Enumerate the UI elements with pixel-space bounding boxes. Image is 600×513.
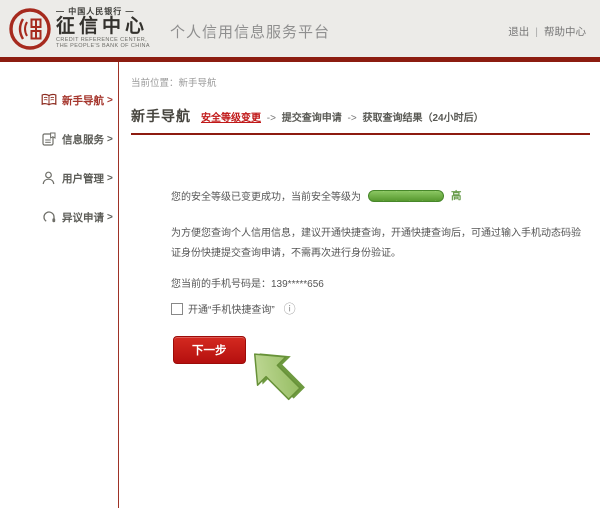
page-title-row: 新手导航 安全等级变更 -> 提交查询申请 -> 获取查询结果（24小时后）	[131, 106, 590, 135]
chevron-right-icon: >	[107, 211, 113, 223]
sidebar: 新手导航 > 信息服务 > 用户管理 > 异议申请 >	[0, 62, 118, 424]
sidebar-item-label: 信息服务	[62, 133, 104, 146]
sidebar-divider-line	[118, 62, 119, 508]
pboc-seal-icon	[8, 7, 52, 51]
info-icon[interactable]: ⓘ	[284, 303, 296, 315]
logo-english-line2: THE PEOPLE'S BANK OF CHINA	[56, 42, 150, 49]
logo: — 中国人民银行 — 征信中心 CREDIT REFERENCE CENTER,…	[8, 7, 150, 51]
action-row: 下一步	[171, 332, 590, 424]
step-get-result: 获取查询结果（24小时后）	[362, 113, 484, 124]
phone-number-line: 您当前的手机号码是：139*****656	[171, 279, 324, 290]
main-content: 当前位置：新手导航 新手导航 安全等级变更 -> 提交查询申请 -> 获取查询结…	[118, 62, 600, 424]
header: — 中国人民银行 — 征信中心 CREDIT REFERENCE CENTER,…	[0, 0, 600, 57]
brand-name: 征信中心	[56, 16, 149, 37]
security-level-status-line: 您的安全等级已变更成功，当前安全等级为 高	[171, 188, 590, 203]
sidebar-item-label: 异议申请	[62, 211, 104, 224]
quick-query-description: 为方便您查询个人信用信息，建议开通快捷查询，开通快捷查询后，可通过输入手机动态码…	[171, 228, 581, 259]
quick-query-checkbox-label[interactable]: 开通“手机快捷查询”	[188, 301, 275, 316]
content-body: 您的安全等级已变更成功，当前安全等级为 高 为方便您查询个人信用信息，建议开通快…	[131, 188, 590, 424]
step-security-level-change: 安全等级变更	[201, 113, 261, 124]
sidebar-item-label: 新手导航	[62, 94, 104, 107]
platform-title: 个人信用信息服务平台	[170, 24, 331, 41]
info-card-icon	[40, 132, 57, 146]
security-level-label: 高	[451, 190, 462, 202]
step-separator-icon: ->	[347, 113, 357, 124]
header-links: 退出 | 帮助中心	[508, 24, 586, 39]
user-icon	[40, 171, 57, 185]
open-book-icon	[40, 93, 57, 107]
pointer-arrow-graphic	[235, 340, 307, 412]
sidebar-item-label: 用户管理	[62, 172, 104, 185]
page: — 中国人民银行 — 征信中心 CREDIT REFERENCE CENTER,…	[0, 0, 600, 513]
quick-query-option-row: 开通“手机快捷查询” ⓘ	[171, 301, 590, 316]
bank-name: — 中国人民银行 —	[56, 7, 135, 16]
sidebar-item-info-service[interactable]: 信息服务 >	[0, 127, 118, 151]
chevron-right-icon: >	[107, 94, 113, 106]
link-divider: |	[535, 26, 538, 38]
security-level-bar	[368, 189, 444, 202]
body: 新手导航 > 信息服务 > 用户管理 > 异议申请 > 当前位置：新手导航 新手…	[0, 62, 600, 508]
step-submit-query: 提交查询申请	[281, 113, 342, 124]
sidebar-item-user-management[interactable]: 用户管理 >	[0, 166, 118, 190]
headset-icon	[40, 210, 57, 224]
breadcrumb: 当前位置：新手导航	[131, 78, 217, 89]
logout-link[interactable]: 退出	[508, 26, 529, 38]
page-title: 新手导航	[131, 108, 191, 124]
logo-text: — 中国人民银行 — 征信中心 CREDIT REFERENCE CENTER,…	[56, 8, 150, 49]
sidebar-item-newbie-guide[interactable]: 新手导航 >	[0, 88, 118, 112]
step-indicator: 安全等级变更 -> 提交查询申请 -> 获取查询结果（24小时后）	[201, 109, 484, 124]
quick-query-checkbox[interactable]	[171, 302, 183, 315]
help-center-link[interactable]: 帮助中心	[544, 26, 586, 38]
chevron-right-icon: >	[107, 172, 113, 184]
chevron-right-icon: >	[107, 133, 113, 145]
security-level-status-text: 您的安全等级已变更成功，当前安全等级为	[171, 192, 361, 203]
sidebar-item-dispute-application[interactable]: 异议申请 >	[0, 205, 118, 229]
step-separator-icon: ->	[266, 113, 276, 124]
